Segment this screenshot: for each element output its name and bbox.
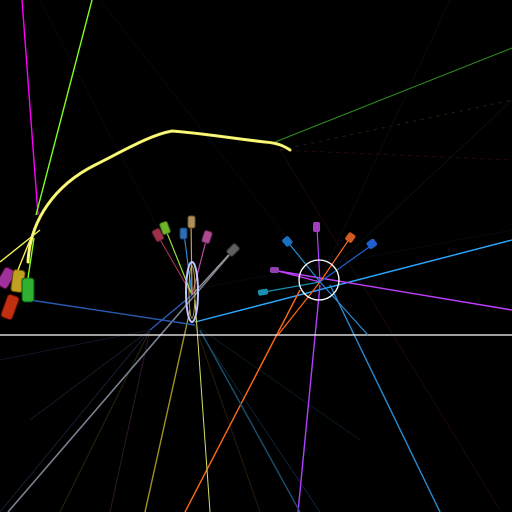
projectile-trail-glow xyxy=(27,130,291,263)
right-pod-1[interactable] xyxy=(281,235,293,247)
green-beam-top xyxy=(35,0,93,216)
right-emitter-spokes xyxy=(263,227,373,336)
left-pod-3[interactable] xyxy=(179,227,188,240)
beam-lines xyxy=(0,0,512,512)
green-beam-right xyxy=(274,47,512,143)
right-pod-6[interactable] xyxy=(257,288,269,296)
left-pod-5[interactable] xyxy=(201,230,213,244)
right-emitter[interactable] xyxy=(257,222,378,336)
right-pod-5[interactable] xyxy=(270,267,279,273)
magenta-beam-top xyxy=(21,0,39,216)
cluster-pod-green[interactable] xyxy=(21,277,35,303)
left-pod-4[interactable] xyxy=(187,215,196,229)
game-scene[interactable] xyxy=(0,0,512,512)
olive-beam-down xyxy=(144,309,191,512)
magenta-beam-right xyxy=(271,269,512,311)
blue-beam-down xyxy=(329,284,441,512)
right-pod-3[interactable] xyxy=(344,232,356,244)
left-emitter[interactable] xyxy=(149,215,240,331)
projectile-trail xyxy=(26,129,292,264)
yellow-beam-down xyxy=(194,299,211,512)
cluster-pod-red[interactable] xyxy=(0,294,20,321)
faint-ray-field xyxy=(0,0,512,512)
right-pod-2[interactable] xyxy=(313,222,320,232)
blue-beam-right xyxy=(194,239,512,323)
